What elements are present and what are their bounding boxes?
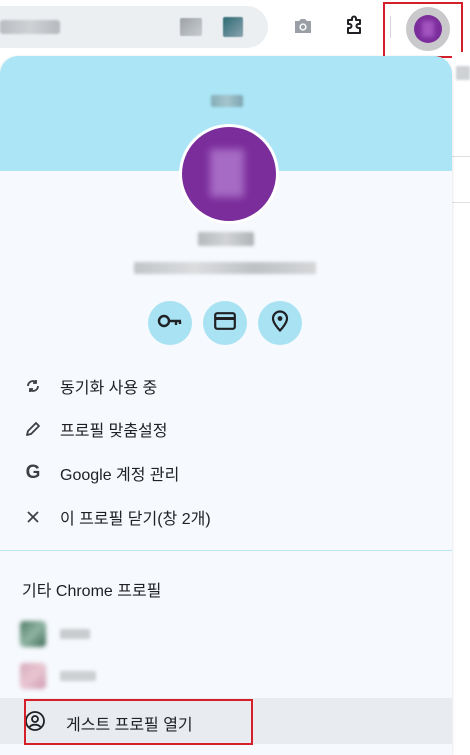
addresses-button[interactable] <box>258 301 302 345</box>
highlight-box-avatar <box>383 2 463 58</box>
profile-menu-panel: 동기화 사용 중 프로필 맞춤설정 G Google 계정 관리 이 프로필 닫… <box>0 56 452 755</box>
other-profiles-title: 기타 Chrome 프로필 <box>22 583 162 600</box>
passwords-button[interactable] <box>148 301 192 345</box>
other-profile-avatar <box>20 621 46 647</box>
sync-status-item[interactable]: 동기화 사용 중 <box>0 366 452 406</box>
address-bar[interactable] <box>0 6 268 48</box>
bookmark-icon[interactable] <box>223 17 243 37</box>
customize-profile-item[interactable]: 프로필 맞춤설정 <box>0 409 452 449</box>
pencil-icon <box>22 418 44 440</box>
other-profile-item[interactable] <box>0 658 452 694</box>
location-pin-icon <box>271 309 289 337</box>
profile-name-redacted <box>198 232 254 246</box>
background-divider <box>452 202 470 203</box>
close-profile-label: 이 프로필 닫기(창 2개) <box>60 511 211 528</box>
other-profile-name-redacted <box>60 671 96 681</box>
background-divider <box>452 156 470 157</box>
sync-status-label: 동기화 사용 중 <box>60 380 158 397</box>
other-profile-item[interactable] <box>0 616 452 652</box>
browser-toolbar <box>0 0 470 58</box>
google-g-icon: G <box>25 462 41 483</box>
close-profile-item[interactable]: 이 프로필 닫기(창 2개) <box>0 497 452 537</box>
manage-google-account-item[interactable]: G Google 계정 관리 <box>0 453 452 493</box>
other-profile-name-redacted <box>60 629 90 639</box>
camera-icon[interactable] <box>287 10 319 42</box>
highlight-box-guest <box>24 699 253 745</box>
background-content <box>456 66 470 80</box>
extensions-puzzle-icon[interactable] <box>338 10 370 42</box>
profile-avatar-large <box>179 124 279 224</box>
other-profile-avatar <box>20 663 46 689</box>
profile-label-redacted <box>211 95 243 107</box>
payment-card-icon <box>214 311 236 335</box>
password-key-icon <box>157 313 183 334</box>
background-page <box>452 52 470 755</box>
customize-profile-label: 프로필 맞춤설정 <box>60 423 168 440</box>
payment-methods-button[interactable] <box>203 301 247 345</box>
translate-icon[interactable] <box>180 18 202 36</box>
manage-google-account-label: Google 계정 관리 <box>60 467 180 484</box>
address-text-redacted <box>0 20 60 34</box>
sync-icon <box>22 375 44 397</box>
close-icon <box>22 506 44 528</box>
profile-email-redacted <box>134 262 316 274</box>
section-divider <box>0 550 452 551</box>
